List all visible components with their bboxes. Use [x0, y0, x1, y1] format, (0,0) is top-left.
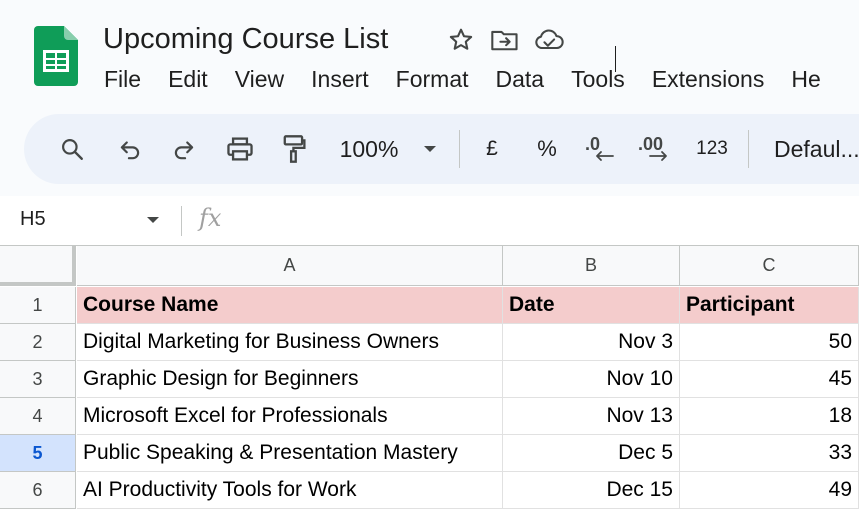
toolbar-divider	[748, 130, 749, 168]
text-cursor	[615, 46, 616, 72]
fx-icon: fx	[199, 204, 222, 232]
menu-file[interactable]: File	[104, 64, 141, 94]
cell-c3[interactable]: 45	[680, 361, 859, 398]
menu-data[interactable]: Data	[496, 64, 545, 94]
cell-c5[interactable]: 33	[680, 435, 859, 472]
cell-c4[interactable]: 18	[680, 398, 859, 435]
cell-a2[interactable]: Digital Marketing for Business Owners	[77, 324, 503, 361]
cell-b1[interactable]: Date	[503, 287, 680, 324]
increase-decimal-icon[interactable]: .00	[636, 114, 680, 184]
percent-format-button[interactable]: %	[532, 114, 562, 184]
menu-format[interactable]: Format	[396, 64, 469, 94]
name-box-dropdown-icon[interactable]	[145, 212, 161, 230]
zoom-select[interactable]: 100%	[334, 114, 404, 184]
cell-c1[interactable]: Participant	[680, 287, 859, 324]
spreadsheet-grid: A B C 1 Course Name Date Participant 2 D…	[0, 246, 859, 512]
cell-b6[interactable]: Dec 15	[503, 472, 680, 509]
toolbar-divider	[459, 130, 460, 168]
menu-extensions[interactable]: Extensions	[652, 64, 765, 94]
cell-b5[interactable]: Dec 5	[503, 435, 680, 472]
undo-icon[interactable]	[110, 114, 150, 184]
move-to-folder-icon[interactable]	[489, 24, 521, 56]
cell-b2[interactable]: Nov 3	[503, 324, 680, 361]
menu-tools[interactable]: Tools	[571, 64, 625, 94]
formula-bar-divider	[181, 206, 182, 236]
currency-format-button[interactable]: £	[480, 114, 504, 184]
row-header-2[interactable]: 2	[0, 324, 76, 361]
cell-a6[interactable]: AI Productivity Tools for Work	[77, 472, 503, 509]
menu-help[interactable]: He	[791, 64, 820, 94]
cell-c6[interactable]: 49	[680, 472, 859, 509]
toolbar: 100% £ % .0 .00 123 Defaul...	[24, 114, 859, 184]
document-title[interactable]: Upcoming Course List	[103, 20, 388, 58]
formula-bar: H5 fx	[0, 196, 859, 246]
menu-bar: File Edit View Insert Format Data Tools …	[104, 64, 848, 94]
cell-b4[interactable]: Nov 13	[503, 398, 680, 435]
star-icon[interactable]	[445, 24, 477, 56]
cell-a5[interactable]: Public Speaking & Presentation Mastery	[77, 435, 503, 472]
row-header-4[interactable]: 4	[0, 398, 76, 435]
cloud-saved-icon[interactable]	[533, 24, 565, 56]
more-formats-button[interactable]: 123	[692, 114, 732, 184]
row-header-1[interactable]: 1	[0, 287, 76, 324]
zoom-dropdown-icon[interactable]	[420, 114, 440, 184]
svg-text:.00: .00	[638, 134, 663, 154]
row-header-5[interactable]: 5	[0, 435, 76, 472]
paint-format-icon[interactable]	[274, 114, 314, 184]
decrease-decimal-icon[interactable]: .0	[582, 114, 622, 184]
menu-view[interactable]: View	[235, 64, 284, 94]
column-header-a[interactable]: A	[77, 246, 503, 286]
row-header-3[interactable]: 3	[0, 361, 76, 398]
name-box[interactable]: H5	[20, 208, 46, 231]
cell-a1[interactable]: Course Name	[77, 287, 503, 324]
svg-text:.0: .0	[585, 134, 600, 154]
column-header-b[interactable]: B	[503, 246, 680, 286]
menu-insert[interactable]: Insert	[311, 64, 369, 94]
cell-b3[interactable]: Nov 10	[503, 361, 680, 398]
font-select[interactable]: Defaul...	[774, 114, 859, 184]
title-actions	[445, 24, 565, 56]
print-icon[interactable]	[220, 114, 260, 184]
redo-icon[interactable]	[164, 114, 204, 184]
menu-edit[interactable]: Edit	[168, 64, 208, 94]
title-bar: Upcoming Course List File Edit View Inse…	[0, 0, 859, 104]
cell-c2[interactable]: 50	[680, 324, 859, 361]
cell-a4[interactable]: Microsoft Excel for Professionals	[77, 398, 503, 435]
cell-a3[interactable]: Graphic Design for Beginners	[77, 361, 503, 398]
sheets-logo-icon[interactable]	[34, 26, 78, 86]
row-header-6[interactable]: 6	[0, 472, 76, 509]
search-menus-icon[interactable]	[52, 114, 92, 184]
column-header-c[interactable]: C	[680, 246, 859, 286]
select-all-corner[interactable]	[0, 246, 76, 286]
